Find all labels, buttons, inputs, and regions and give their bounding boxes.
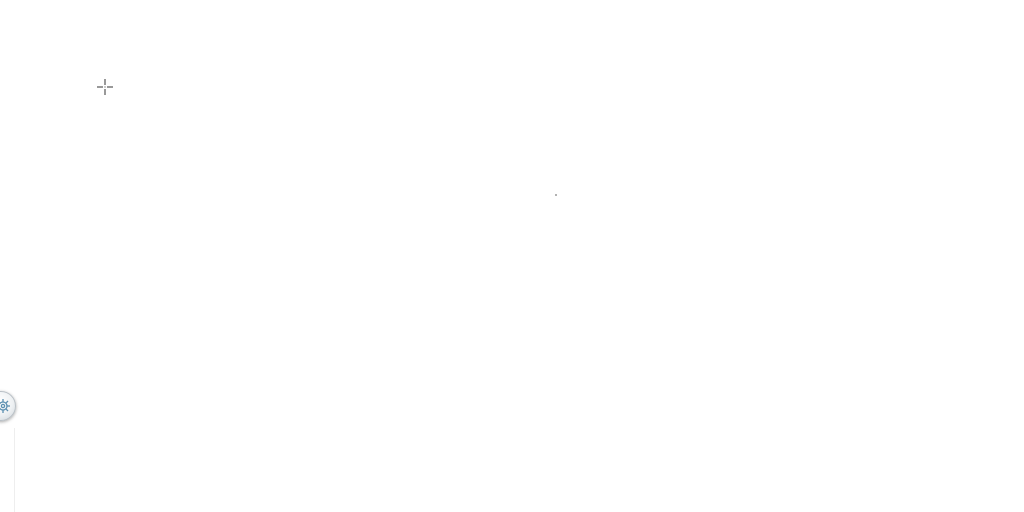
edge-divider [14,428,15,512]
blank-canvas[interactable] [0,0,1024,512]
gear-icon [0,398,11,414]
speck-dot [555,194,557,196]
settings-float-button[interactable] [0,391,16,421]
crosshair-cursor-icon [97,79,113,95]
